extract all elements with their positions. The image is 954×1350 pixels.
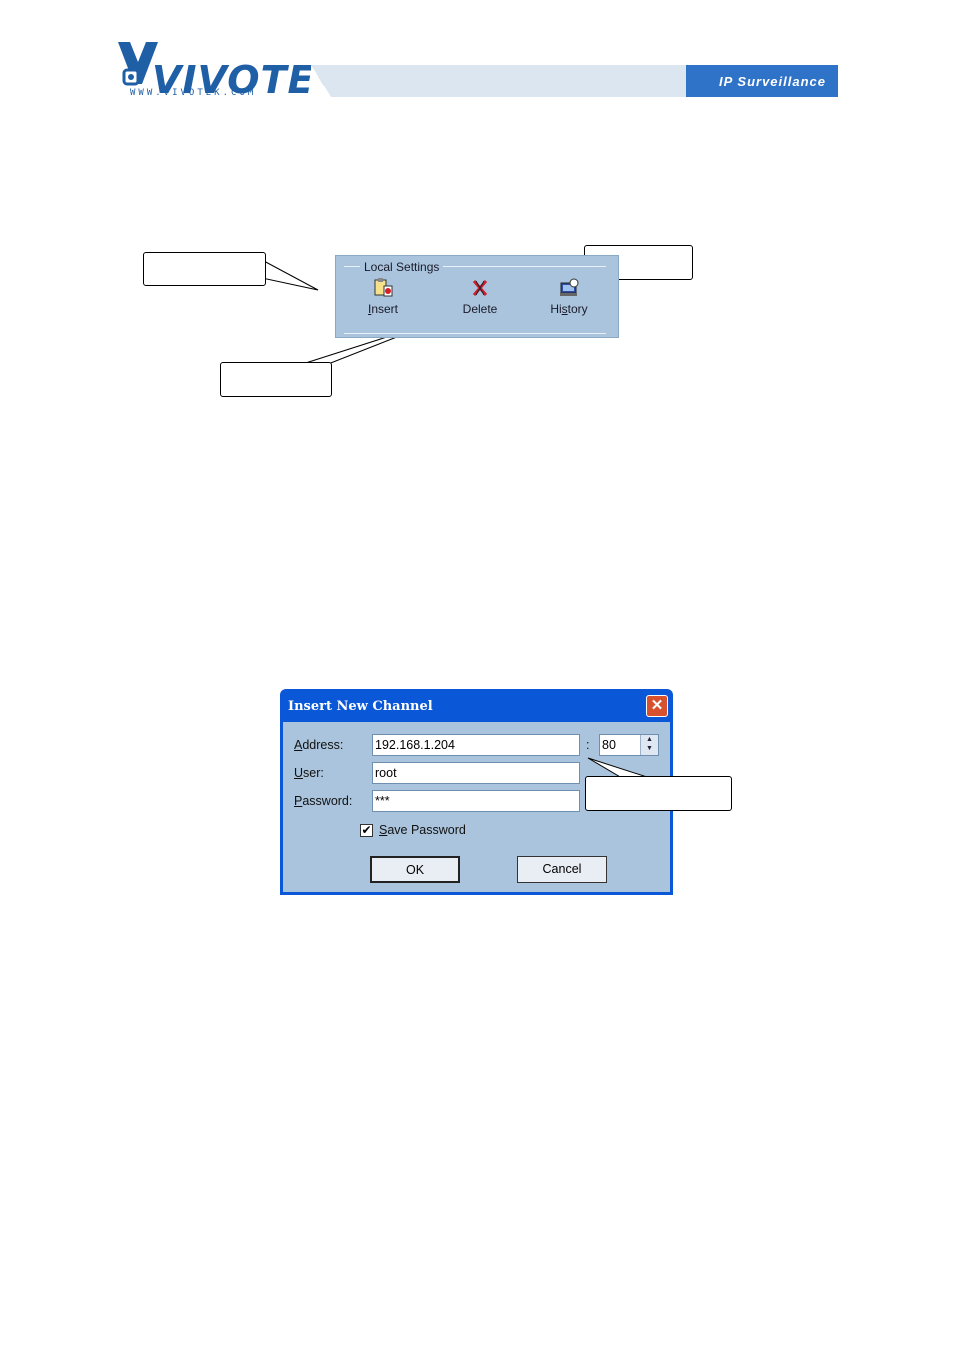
history-button[interactable]: History — [534, 278, 604, 316]
insert-icon — [374, 278, 393, 297]
close-icon: ✕ — [650, 697, 664, 714]
dialog-title: Insert New Channel — [288, 699, 433, 714]
checkmark-icon: ✔ — [361, 823, 372, 837]
cancel-button[interactable]: Cancel — [517, 856, 607, 883]
address-field[interactable]: 192.168.1.204 — [372, 734, 580, 756]
user-label-mnemonic: U — [294, 766, 304, 780]
address-label: Address: — [294, 738, 343, 752]
user-label: User: — [294, 766, 324, 780]
callout-port — [585, 776, 732, 811]
password-label: Password: — [294, 794, 352, 808]
close-button[interactable]: ✕ — [646, 695, 668, 717]
password-label-text: assword: — [302, 794, 353, 808]
save-password-checkbox[interactable]: ✔ — [360, 824, 373, 837]
delete-icon — [472, 280, 488, 296]
insert-label-post: nsert — [371, 302, 399, 316]
history-icon — [560, 278, 579, 296]
user-label-text: ser: — [303, 766, 324, 780]
delete-button[interactable]: Delete — [445, 278, 515, 316]
history-label-pre: Hi — [550, 302, 562, 316]
history-label-post: tory — [567, 302, 588, 316]
user-field[interactable]: root — [372, 762, 580, 784]
insert-button[interactable]: Insert — [348, 278, 418, 316]
local-settings-title: Local Settings — [360, 260, 444, 274]
save-password-label[interactable]: Save Password — [379, 823, 466, 837]
ok-button[interactable]: OK — [370, 856, 460, 883]
local-settings-panel: Local Settings Insert Delete History — [335, 255, 619, 338]
callout-delete — [220, 362, 332, 397]
save-password-text: ave Password — [387, 823, 466, 837]
address-label-text: ddress: — [302, 738, 344, 752]
callout-lines — [261, 259, 619, 369]
password-field[interactable]: *** — [372, 790, 580, 812]
delete-label: Delete — [462, 302, 498, 316]
callout-insert — [143, 252, 266, 286]
